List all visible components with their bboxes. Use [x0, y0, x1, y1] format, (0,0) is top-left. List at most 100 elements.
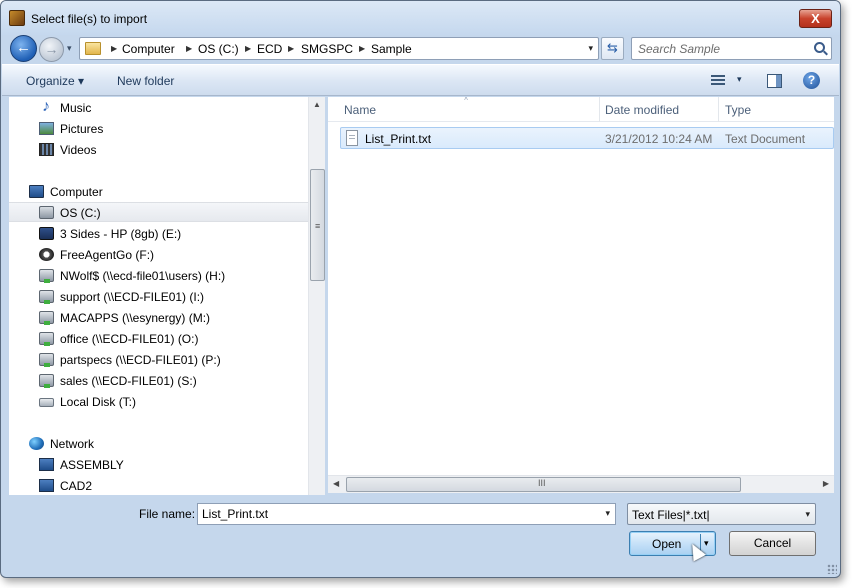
scroll-up-arrow-icon[interactable]: ▲: [313, 100, 321, 109]
file-name-label: File name:: [139, 507, 196, 521]
nav-item-support[interactable]: support (\\ECD-FILE01) (I:): [9, 287, 308, 307]
filter-dropdown-icon[interactable]: ▾: [805, 509, 810, 520]
file-type-filter-select[interactable]: Text Files|*.txt| ▾: [627, 503, 816, 525]
file-type-filter-value: Text Files|*.txt|: [632, 508, 710, 522]
breadcrumb-ecd[interactable]: ECD: [257, 42, 282, 56]
nav-item-os-c[interactable]: OS (C:): [9, 202, 308, 222]
nav-item-label: office (\\ECD-FILE01) (O:): [60, 332, 199, 346]
breadcrumb-separator-icon[interactable]: ▶: [111, 44, 117, 53]
window-title: Select file(s) to import: [31, 12, 148, 26]
folder-icon: [85, 42, 101, 55]
forward-arrow-icon[interactable]: →: [39, 37, 64, 62]
column-type[interactable]: Type: [725, 103, 751, 117]
search-icon[interactable]: [814, 42, 825, 53]
file-list-horizontal-scrollbar[interactable]: ◀ III ▶: [328, 475, 834, 493]
network-computer-icon: [39, 458, 54, 471]
network-drive-icon: [39, 290, 54, 304]
column-divider[interactable]: [599, 97, 600, 122]
scrollbar-grip-icon: ≡: [315, 221, 321, 231]
drive-icon: [39, 206, 54, 219]
close-button[interactable]: X: [799, 9, 832, 28]
view-options-chevron-icon[interactable]: ▾: [737, 74, 742, 85]
back-arrow-icon[interactable]: ←: [10, 35, 37, 62]
breadcrumb-separator-icon[interactable]: ▶: [359, 44, 365, 53]
recent-pages-chevron-icon[interactable]: ▾: [67, 43, 72, 54]
nav-item-freeagentgo[interactable]: FreeAgentGo (F:): [9, 245, 308, 265]
nav-item-partspecs[interactable]: partspecs (\\ECD-FILE01) (P:): [9, 350, 308, 370]
computer-icon: [29, 185, 44, 198]
music-icon: [40, 98, 55, 116]
navigation-pane: Music Pictures Videos Computer OS (C:) 3…: [9, 97, 308, 495]
scrollbar-grip-icon: III: [538, 478, 546, 488]
network-computer-icon: [39, 479, 54, 492]
nav-item-sales[interactable]: sales (\\ECD-FILE01) (S:): [9, 371, 308, 391]
breadcrumb-sample[interactable]: Sample: [371, 42, 412, 56]
nav-item-network[interactable]: Network: [9, 434, 308, 454]
nav-item-label: ASSEMBLY: [60, 458, 124, 472]
nav-item-label: 3 Sides - HP (8gb) (E:): [60, 227, 182, 241]
breadcrumb-separator-icon[interactable]: ▶: [288, 44, 294, 53]
scrollbar-thumb[interactable]: ≡: [310, 169, 325, 281]
new-folder-button[interactable]: New folder: [117, 74, 174, 88]
column-header-row: ˄ Name Date modified Type: [328, 97, 834, 122]
file-list-pane: ˄ Name Date modified Type List_Print.txt…: [328, 97, 834, 475]
network-drive-icon: [39, 353, 54, 367]
nav-item-macapps[interactable]: MACAPPS (\\esynergy) (M:): [9, 308, 308, 328]
nav-item-label: OS (C:): [60, 206, 101, 220]
address-bar[interactable]: ▶ Computer ▶ OS (C:) ▶ ECD ▶ SMGSPC ▶ Sa…: [79, 37, 599, 60]
nav-item-label: Videos: [60, 143, 97, 157]
network-drive-icon: [39, 374, 54, 388]
file-name-dropdown-icon[interactable]: ▾: [605, 508, 610, 519]
nav-item-computer[interactable]: Computer: [9, 182, 308, 202]
open-button-label: Open: [652, 537, 682, 551]
breadcrumb-separator-icon[interactable]: ▶: [186, 44, 192, 53]
organize-button[interactable]: Organize ▾: [26, 74, 84, 88]
open-options-chevron-icon[interactable]: ▾: [704, 538, 709, 549]
nav-item-label: Local Disk (T:): [60, 395, 137, 409]
nav-item-label: CAD2: [60, 479, 93, 493]
cancel-button[interactable]: Cancel: [729, 531, 816, 556]
hp-drive-icon: [39, 227, 54, 240]
file-row[interactable]: List_Print.txt 3/21/2012 10:24 AM Text D…: [340, 127, 834, 149]
nav-item-music[interactable]: Music: [9, 98, 308, 118]
breadcrumb-os-c[interactable]: OS (C:): [198, 42, 239, 56]
resize-grip-icon[interactable]: [827, 564, 837, 574]
nav-item-nwolf[interactable]: NWolf$ (\\ecd-file01\users) (H:): [9, 266, 308, 286]
column-name[interactable]: Name: [344, 103, 376, 117]
column-date-modified[interactable]: Date modified: [605, 103, 679, 117]
nav-item-label: Pictures: [60, 122, 104, 136]
breadcrumb-computer[interactable]: Computer: [122, 42, 175, 56]
file-name-field[interactable]: List_Print.txt ▾: [197, 503, 616, 525]
nav-item-office[interactable]: office (\\ECD-FILE01) (O:): [9, 329, 308, 349]
refresh-icon[interactable]: ⇆: [601, 37, 624, 60]
change-view-icon[interactable]: [711, 75, 725, 86]
preview-pane-icon[interactable]: [767, 74, 782, 88]
command-toolbar: Organize ▾ New folder ▾ ?: [2, 64, 839, 96]
scroll-right-arrow-icon[interactable]: ▶: [823, 479, 829, 488]
scroll-left-arrow-icon[interactable]: ◀: [333, 479, 339, 488]
search-input[interactable]: Search Sample: [631, 37, 832, 60]
nav-item-label: Music: [60, 101, 92, 115]
breadcrumb-separator-icon[interactable]: ▶: [245, 44, 251, 53]
nav-item-cad2[interactable]: CAD2: [9, 476, 308, 495]
nav-item-pictures[interactable]: Pictures: [9, 119, 308, 139]
title-bar: Select file(s) to import X: [1, 1, 840, 35]
scrollbar-thumb[interactable]: III: [346, 477, 741, 492]
navigation-pane-scrollbar[interactable]: ▲ ≡: [308, 97, 325, 495]
search-placeholder: Search Sample: [638, 42, 721, 56]
nav-item-videos[interactable]: Videos: [9, 140, 308, 160]
nav-item-label: sales (\\ECD-FILE01) (S:): [60, 374, 197, 388]
nav-item-label: MACAPPS (\\esynergy) (M:): [60, 311, 211, 325]
help-icon[interactable]: ?: [803, 72, 820, 89]
breadcrumb-smgspc[interactable]: SMGSPC: [301, 42, 353, 56]
column-divider[interactable]: [718, 97, 719, 122]
import-dialog: Select file(s) to import X ← → ▾ ▶ Compu…: [0, 0, 841, 578]
nav-item-hp-drive[interactable]: 3 Sides - HP (8gb) (E:): [9, 224, 308, 244]
text-file-icon: [346, 130, 358, 146]
network-drive-icon: [39, 269, 54, 283]
file-name-value[interactable]: List_Print.txt: [202, 507, 268, 521]
nav-item-local-disk[interactable]: Local Disk (T:): [9, 392, 308, 412]
nav-item-assembly[interactable]: ASSEMBLY: [9, 455, 308, 475]
network-icon: [29, 437, 44, 450]
address-dropdown-icon[interactable]: ▾: [588, 43, 593, 54]
